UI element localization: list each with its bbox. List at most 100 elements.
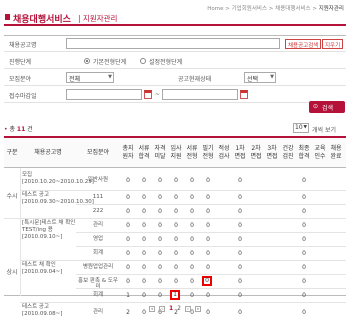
count-cell[interactable]: 0 — [154, 278, 166, 285]
count-cell[interactable]: 0 — [170, 264, 182, 271]
field-select[interactable]: 전체 ▼ — [66, 72, 114, 83]
count-cell[interactable]: 0 — [154, 177, 166, 184]
count-cell[interactable]: 0 — [154, 264, 166, 271]
count-cell[interactable]: 0 — [154, 194, 166, 201]
count-cell[interactable]: 0 — [298, 250, 310, 257]
count-cell[interactable]: 0 — [202, 264, 214, 271]
count-cell[interactable]: 0 — [138, 292, 150, 299]
page-2[interactable]: 2 — [177, 305, 181, 312]
posting-title[interactable]: [특시문]테스트 채 확인 TEST/ing 용 [2010.09.10~] — [22, 220, 76, 241]
pagination: « ‹ 1 2 › » — [0, 305, 350, 312]
count-cell[interactable]: 0 — [298, 194, 310, 201]
count-cell[interactable]: 0 — [234, 177, 246, 184]
count-cell[interactable]: 0 — [186, 278, 198, 285]
count-cell[interactable]: 0 — [202, 177, 214, 184]
count-cell[interactable]: 0 — [298, 236, 310, 243]
count-cell[interactable]: 0 — [138, 222, 150, 229]
count-cell[interactable]: 0 — [234, 264, 246, 271]
count-cell[interactable]: 0 — [170, 222, 182, 229]
last-page-button[interactable]: » — [194, 305, 201, 312]
count-cell[interactable]: 0 — [298, 177, 310, 184]
posting-title[interactable]: 테스트 공고 [2010.09.30~2010.10.30] — [22, 192, 94, 206]
posting-clear-button[interactable]: 지우기 — [322, 39, 344, 49]
count-cell[interactable]: 0 — [186, 264, 198, 271]
count-cell[interactable]: 0 — [186, 177, 198, 184]
next-page-button[interactable]: › — [184, 305, 191, 312]
count-cell[interactable]: 0 — [186, 194, 198, 201]
count-cell[interactable]: 0 — [138, 177, 150, 184]
count-cell[interactable]: 0 — [202, 194, 214, 201]
posting-title[interactable]: 테스트 채 확인 [2010.09.04~] — [22, 262, 76, 276]
count-cell[interactable]: 0 — [298, 278, 310, 285]
count-cell[interactable]: 0 — [298, 264, 310, 271]
count-cell[interactable]: 0 — [138, 250, 150, 257]
date-from-input[interactable] — [66, 89, 142, 100]
count-cell[interactable]: 0 — [202, 208, 214, 215]
count-cell[interactable]: 0 — [170, 208, 182, 215]
calendar-icon[interactable] — [240, 90, 248, 99]
count-cell[interactable]: 0 — [122, 250, 134, 257]
count-cell[interactable]: 0 — [138, 208, 150, 215]
count-cell[interactable]: 0 — [138, 236, 150, 243]
count-cell[interactable]: 0 — [234, 194, 246, 201]
count-cell[interactable]: 0 — [122, 278, 134, 285]
count-cell[interactable]: 0 — [234, 222, 246, 229]
stage-custom-radio[interactable] — [140, 58, 146, 64]
field-cell: 회계 — [92, 292, 104, 298]
stage-basic-radio[interactable] — [84, 58, 90, 64]
count-cell[interactable]: 0 — [202, 250, 214, 257]
calendar-icon[interactable] — [144, 90, 152, 99]
first-page-button[interactable]: « — [149, 305, 156, 312]
date-to-input[interactable] — [162, 89, 238, 100]
page-1[interactable]: 1 — [169, 305, 173, 312]
column-header: 자격 미달 — [154, 145, 166, 160]
count-cell[interactable]: 0 — [186, 222, 198, 229]
count-cell[interactable]: 0 — [154, 292, 166, 299]
count-cell[interactable]: 0 — [122, 177, 134, 184]
count-cell[interactable]: 0 — [170, 177, 182, 184]
count-cell[interactable]: 0 — [186, 292, 198, 299]
posting-title[interactable]: 모집 [2010.10.20~2010.10.25] — [22, 172, 94, 186]
count-cell[interactable]: 0 — [298, 292, 310, 299]
count-cell[interactable]: 0 — [186, 208, 198, 215]
count-cell[interactable]: 0 — [138, 194, 150, 201]
highlighted-cell[interactable]: 0 — [202, 276, 212, 286]
count-cell[interactable]: 0 — [298, 208, 310, 215]
count-cell[interactable]: 0 — [202, 222, 214, 229]
prev-page-button[interactable]: ‹ — [159, 305, 166, 312]
count-cell[interactable]: 0 — [234, 208, 246, 215]
posting-search-button[interactable]: 채용공고검색 — [285, 39, 322, 49]
count-cell[interactable]: 0 — [170, 278, 182, 285]
count-cell[interactable]: 0 — [234, 278, 246, 285]
highlighted-cell[interactable]: 1 — [170, 290, 180, 300]
count-cell[interactable]: 0 — [138, 264, 150, 271]
search-button[interactable]: ⊙ 검색 — [309, 101, 345, 113]
count-cell[interactable]: 0 — [234, 236, 246, 243]
count-cell[interactable]: 0 — [154, 222, 166, 229]
count-cell[interactable]: 0 — [298, 222, 310, 229]
count-cell[interactable]: 0 — [170, 194, 182, 201]
count-cell[interactable]: 0 — [154, 208, 166, 215]
count-cell[interactable]: 0 — [186, 236, 198, 243]
column-header: 3차 면접 — [266, 145, 278, 160]
count-cell[interactable]: 0 — [122, 208, 134, 215]
count-cell[interactable]: 0 — [202, 292, 214, 299]
count-cell[interactable]: 0 — [202, 236, 214, 243]
count-cell[interactable]: 0 — [170, 236, 182, 243]
count-cell[interactable]: 0 — [122, 264, 134, 271]
row-divider — [20, 260, 346, 261]
per-page-select[interactable]: 10 ▼ — [293, 123, 309, 133]
count-cell[interactable]: 0 — [170, 250, 182, 257]
status-select[interactable]: 선택 ▼ — [244, 72, 276, 83]
count-cell[interactable]: 0 — [234, 292, 246, 299]
count-cell[interactable]: 0 — [138, 278, 150, 285]
posting-input[interactable] — [66, 38, 280, 49]
count-cell[interactable]: 0 — [186, 250, 198, 257]
count-cell[interactable]: 0 — [234, 250, 246, 257]
count-cell[interactable]: 1 — [122, 292, 134, 299]
count-cell[interactable]: 0 — [122, 236, 134, 243]
count-cell[interactable]: 0 — [122, 222, 134, 229]
count-cell[interactable]: 0 — [154, 236, 166, 243]
count-cell[interactable]: 0 — [154, 250, 166, 257]
count-cell[interactable]: 0 — [122, 194, 134, 201]
